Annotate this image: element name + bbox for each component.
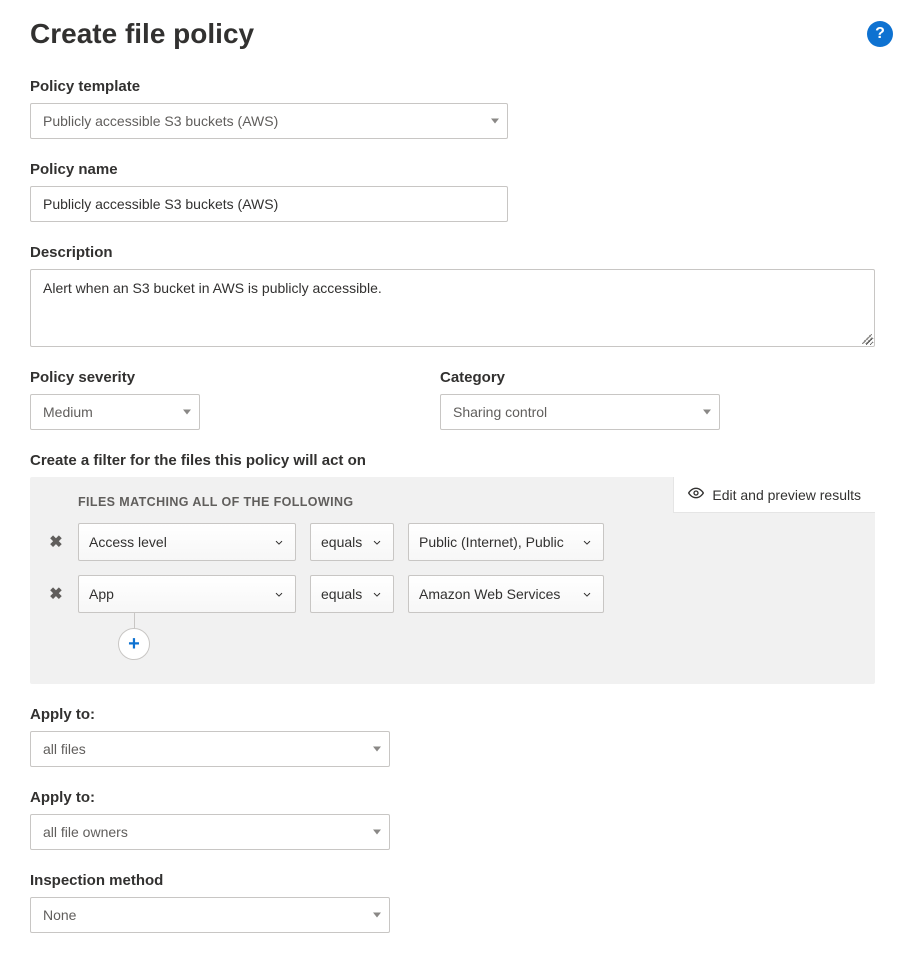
help-icon[interactable]: ? (867, 21, 893, 47)
filter-operator-value: equals (321, 586, 362, 602)
inspection-label: Inspection method (30, 872, 893, 889)
remove-filter-button[interactable]: ✖ (48, 532, 64, 552)
chevron-down-icon (183, 410, 191, 415)
apply-files-value: all files (43, 741, 86, 757)
severity-value: Medium (43, 404, 93, 420)
filter-operator-select[interactable]: equals (310, 523, 394, 561)
filter-field-select[interactable]: App (78, 575, 296, 613)
filter-panel: Edit and preview results FILES MATCHING … (30, 477, 875, 684)
apply-owners-label: Apply to: (30, 789, 893, 806)
policy-name-label: Policy name (30, 161, 893, 178)
filter-value-value: Public (Internet), Public (419, 534, 564, 550)
add-filter-button[interactable]: + (118, 628, 150, 660)
filter-field-select[interactable]: Access level (78, 523, 296, 561)
policy-template-select[interactable]: Publicly accessible S3 buckets (AWS) (30, 103, 508, 139)
apply-owners-select[interactable]: all file owners (30, 814, 390, 850)
policy-template-label: Policy template (30, 78, 893, 95)
severity-select[interactable]: Medium (30, 394, 200, 430)
apply-files-select[interactable]: all files (30, 731, 390, 767)
chevron-down-icon (373, 830, 381, 835)
filter-row: ✖ App equals Amazon Web Services (48, 575, 857, 613)
category-value: Sharing control (453, 404, 547, 420)
chevron-down-icon (273, 536, 285, 552)
filter-heading: Create a filter for the files this polic… (30, 452, 893, 469)
chevron-down-icon (273, 588, 285, 604)
filter-row: ✖ Access level equals Public (Internet),… (48, 523, 857, 561)
filter-operator-value: equals (321, 534, 362, 550)
category-label: Category (440, 369, 720, 386)
eye-icon (688, 485, 704, 504)
description-value: Alert when an S3 bucket in AWS is public… (43, 280, 382, 296)
chevron-down-icon (581, 588, 593, 604)
filter-operator-select[interactable]: equals (310, 575, 394, 613)
category-select[interactable]: Sharing control (440, 394, 720, 430)
apply-files-label: Apply to: (30, 706, 893, 723)
remove-filter-button[interactable]: ✖ (48, 584, 64, 604)
add-filter-connector (134, 613, 135, 629)
filter-field-value: Access level (89, 534, 167, 550)
filter-value-select[interactable]: Amazon Web Services (408, 575, 604, 613)
policy-name-value: Publicly accessible S3 buckets (AWS) (43, 196, 278, 212)
chevron-down-icon (371, 536, 383, 552)
chevron-down-icon (371, 588, 383, 604)
chevron-down-icon (373, 747, 381, 752)
chevron-down-icon (491, 119, 499, 124)
severity-label: Policy severity (30, 369, 200, 386)
inspection-value: None (43, 907, 76, 923)
filter-field-value: App (89, 586, 114, 602)
page-title: Create file policy (30, 18, 254, 50)
inspection-select[interactable]: None (30, 897, 390, 933)
apply-owners-value: all file owners (43, 824, 128, 840)
policy-template-value: Publicly accessible S3 buckets (AWS) (43, 113, 278, 129)
edit-preview-label: Edit and preview results (712, 487, 861, 503)
chevron-down-icon (373, 913, 381, 918)
plus-icon: + (128, 634, 140, 654)
description-label: Description (30, 244, 893, 261)
edit-preview-button[interactable]: Edit and preview results (673, 477, 875, 513)
filter-value-select[interactable]: Public (Internet), Public (408, 523, 604, 561)
filter-value-value: Amazon Web Services (419, 586, 560, 602)
policy-name-input[interactable]: Publicly accessible S3 buckets (AWS) (30, 186, 508, 222)
description-textarea[interactable]: Alert when an S3 bucket in AWS is public… (30, 269, 875, 347)
chevron-down-icon (703, 410, 711, 415)
chevron-down-icon (581, 536, 593, 552)
